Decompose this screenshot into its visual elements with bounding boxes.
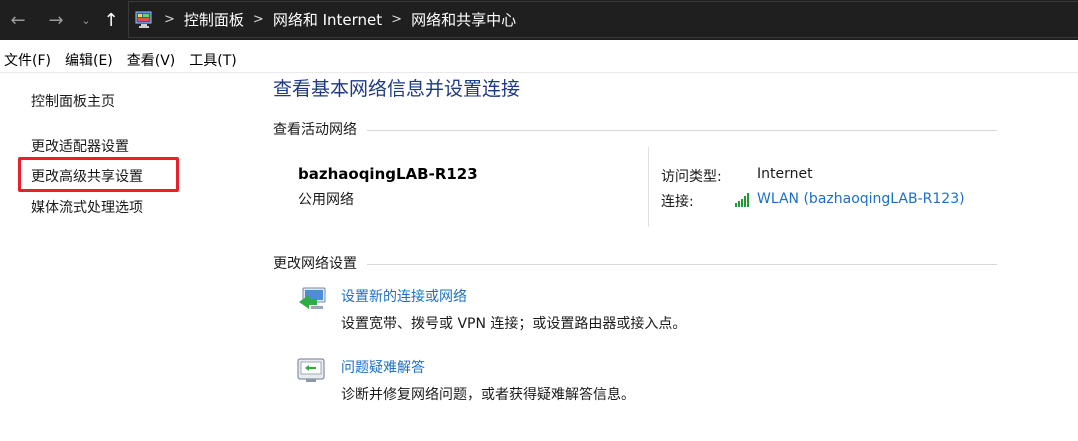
control-panel-home-link[interactable]: 控制面板主页 (31, 91, 115, 111)
connection-label: 连接: (661, 194, 694, 210)
access-type-label: 访问类型: (661, 169, 722, 185)
section-divider (367, 130, 997, 131)
highlight-annotation-box (18, 157, 179, 192)
forward-arrow-icon[interactable]: → (42, 0, 70, 40)
menu-divider (0, 72, 1078, 73)
breadcrumb-network-internet[interactable]: 网络和 Internet (273, 9, 382, 30)
section-divider (367, 264, 997, 265)
menu-view[interactable]: 查看(V) (127, 50, 176, 70)
network-category-link[interactable]: 公用网络 (298, 189, 354, 209)
change-network-settings-heading: 更改网络设置 (273, 256, 357, 272)
page-title: 查看基本网络信息并设置连接 (273, 78, 521, 100)
troubleshoot-description: 诊断并修复网络问题，或者获得疑难解答信息。 (341, 387, 635, 403)
up-arrow-icon[interactable]: ↑ (100, 0, 122, 40)
breadcrumb-control-panel[interactable]: 控制面板 (184, 9, 244, 30)
wifi-signal-icon (735, 193, 752, 207)
setup-new-connection-link[interactable]: 设置新的连接或网络 (341, 286, 467, 306)
control-panel-icon (135, 11, 155, 29)
wlan-connection-link[interactable]: WLAN (bazhaoqingLAB-R123) (757, 191, 965, 207)
menu-file[interactable]: 文件(F) (4, 50, 51, 70)
network-name: bazhaoqingLAB-R123 (298, 165, 478, 183)
troubleshoot-link[interactable]: 问题疑难解答 (341, 357, 425, 377)
breadcrumb-separator[interactable]: > (253, 12, 264, 27)
menu-edit[interactable]: 编辑(E) (65, 50, 113, 70)
recent-locations-chevron-icon[interactable]: ⌄ (78, 0, 94, 40)
breadcrumb-separator[interactable]: > (164, 12, 175, 27)
troubleshoot-icon (297, 357, 329, 383)
menu-bar: 文件(F) 编辑(E) 查看(V) 工具(T) (0, 48, 247, 72)
address-bar: ← → ⌄ ↑ > 控制面板 > 网络和 Internet > 网络和共享中心 (0, 0, 1078, 40)
new-connection-icon (297, 286, 329, 312)
change-adapter-settings-link[interactable]: 更改适配器设置 (31, 136, 129, 156)
back-arrow-icon[interactable]: ← (4, 0, 32, 40)
menu-tools[interactable]: 工具(T) (189, 50, 236, 70)
breadcrumb-network-sharing-center[interactable]: 网络和共享中心 (411, 9, 516, 30)
setup-new-connection-description: 设置宽带、拨号或 VPN 连接；或设置路由器或接入点。 (341, 316, 687, 332)
breadcrumb-separator[interactable]: > (391, 12, 402, 27)
address-box[interactable]: > 控制面板 > 网络和 Internet > 网络和共享中心 (128, 1, 1078, 38)
access-type-value: Internet (757, 166, 813, 182)
vertical-divider (648, 147, 649, 227)
media-streaming-options-link[interactable]: 媒体流式处理选项 (31, 197, 143, 217)
active-networks-heading: 查看活动网络 (273, 122, 357, 138)
